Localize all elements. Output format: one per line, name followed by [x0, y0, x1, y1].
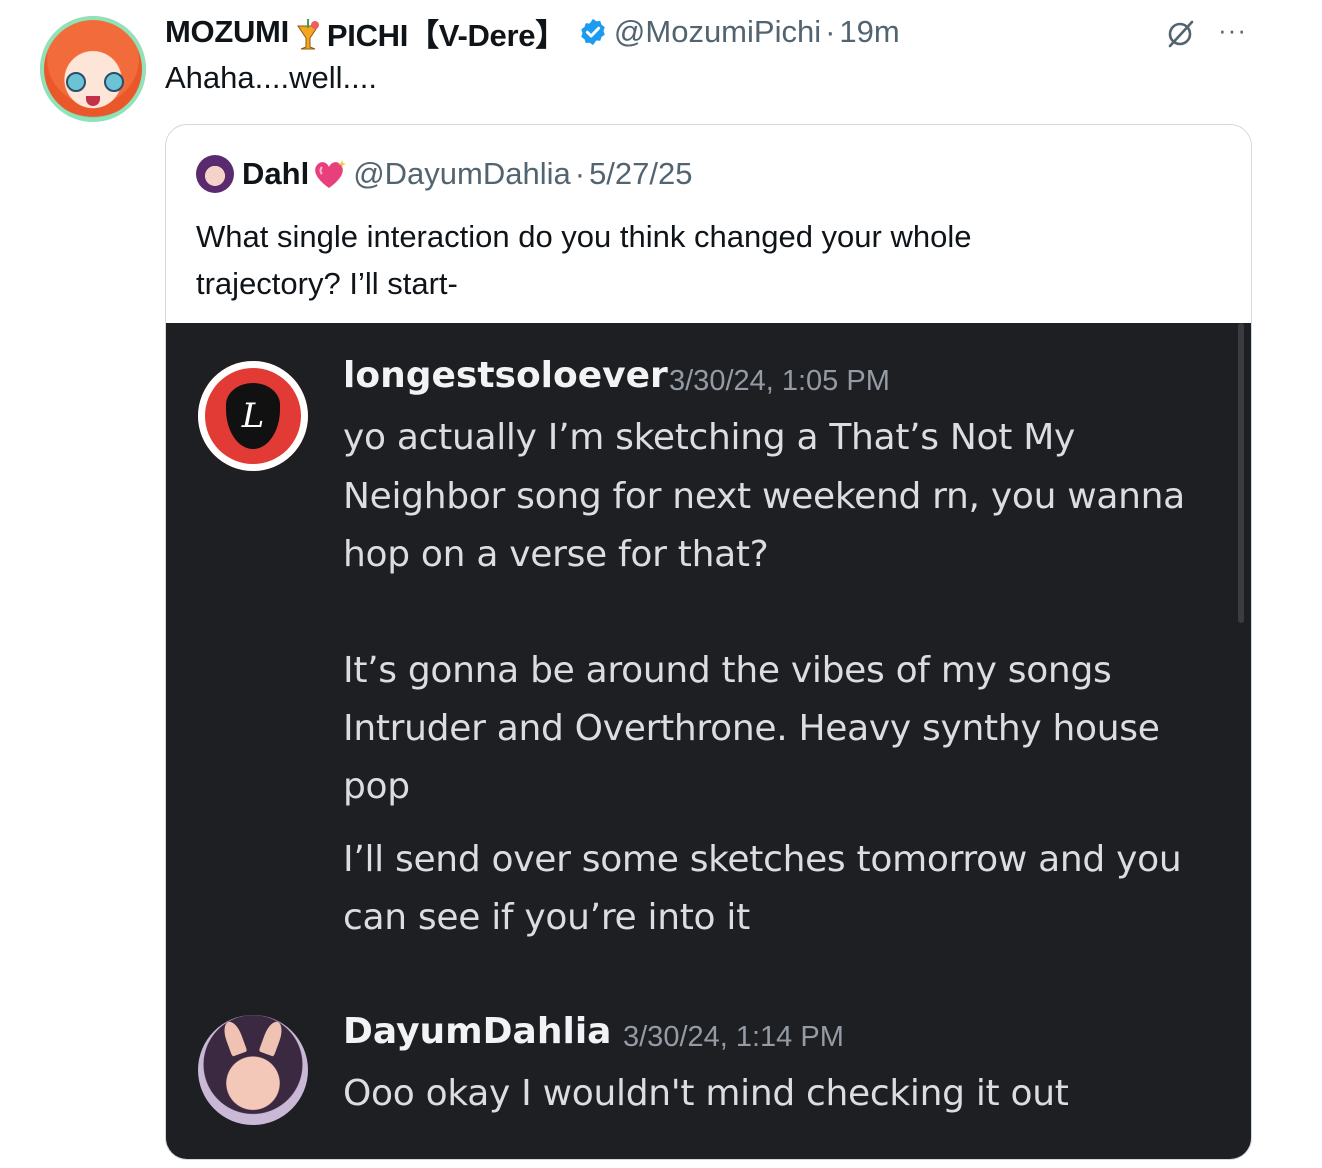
guitar-pick-logo-icon: L [226, 383, 280, 449]
message-line: I’ll send over some sketches tomorrow an… [343, 839, 1182, 880]
quoted-tweet[interactable]: Dahl @DayumDahlia · 5/27/25 What single … [165, 124, 1252, 1160]
message-line: hop on a verse for that? [343, 534, 769, 575]
dayumdahlia-avatar [198, 1015, 308, 1125]
message-line: yo actually I’m sketching a That’s Not M… [343, 417, 1075, 458]
display-name-part1[interactable]: MOZUMI [165, 14, 289, 50]
tweet-text: Ahaha....well.... [165, 60, 377, 95]
quote-display-name[interactable]: Dahl [242, 156, 309, 192]
tweet-time[interactable]: 19m [839, 14, 899, 50]
message-timestamp: 3/30/24, 1:14 PM [623, 1021, 844, 1053]
avatar-ear-right [258, 1019, 286, 1057]
quote-header: Dahl @DayumDahlia · 5/27/25 [196, 155, 693, 193]
repeat-off-icon[interactable] [1164, 18, 1196, 50]
verified-badge-icon[interactable] [578, 17, 608, 47]
tropical-drink-icon [296, 19, 319, 50]
message-line: Ooo okay I wouldn't mind checking it out [343, 1073, 1069, 1114]
quote-text: What single interaction do you think cha… [196, 213, 1196, 307]
quote-text-line: trajectory? I’ll start- [196, 266, 458, 301]
quote-avatar[interactable] [196, 155, 234, 193]
avatar-eye-left [66, 72, 86, 92]
message-line: Intruder and Overthrone. Heavy synthy ho… [343, 708, 1160, 749]
message-username: DayumDahlia [343, 1011, 612, 1052]
scrollbar [1238, 323, 1244, 623]
message-username: longestsoloever [343, 355, 668, 396]
tweet-header: MOZUMI PICHI【V-Dere】 @MozumiPichi · 19m [165, 10, 900, 55]
avatar-ear-left [220, 1019, 248, 1057]
sparkling-heart-icon [315, 160, 347, 188]
author-avatar[interactable] [40, 16, 146, 122]
separator-dot: · [825, 14, 836, 49]
quote-text-line: What single interaction do you think cha… [196, 219, 972, 254]
more-icon[interactable]: ··· [1218, 17, 1247, 43]
quote-separator-dot: · [574, 156, 586, 191]
avatar-mouth [86, 96, 100, 106]
message-line: Neighbor song for next weekend rn, you w… [343, 476, 1185, 517]
avatar-eye-right [104, 72, 124, 92]
message-line: It’s gonna be around the vibes of my son… [343, 650, 1112, 691]
message-timestamp: 3/30/24, 1:05 PM [669, 365, 890, 397]
author-handle[interactable]: @MozumiPichi [614, 14, 821, 50]
display-name-part2[interactable]: PICHI【V-Dere】 [327, 10, 566, 55]
quote-date[interactable]: 5/27/25 [589, 156, 692, 192]
discord-screenshot-image[interactable]: L longestsoloever 3/30/24, 1:05 PM yo ac… [166, 323, 1251, 1159]
longestsoloever-avatar: L [198, 361, 308, 471]
quote-handle[interactable]: @DayumDahlia [353, 156, 571, 192]
message-line: can see if you’re into it [343, 897, 750, 938]
message-line: pop [343, 766, 410, 807]
